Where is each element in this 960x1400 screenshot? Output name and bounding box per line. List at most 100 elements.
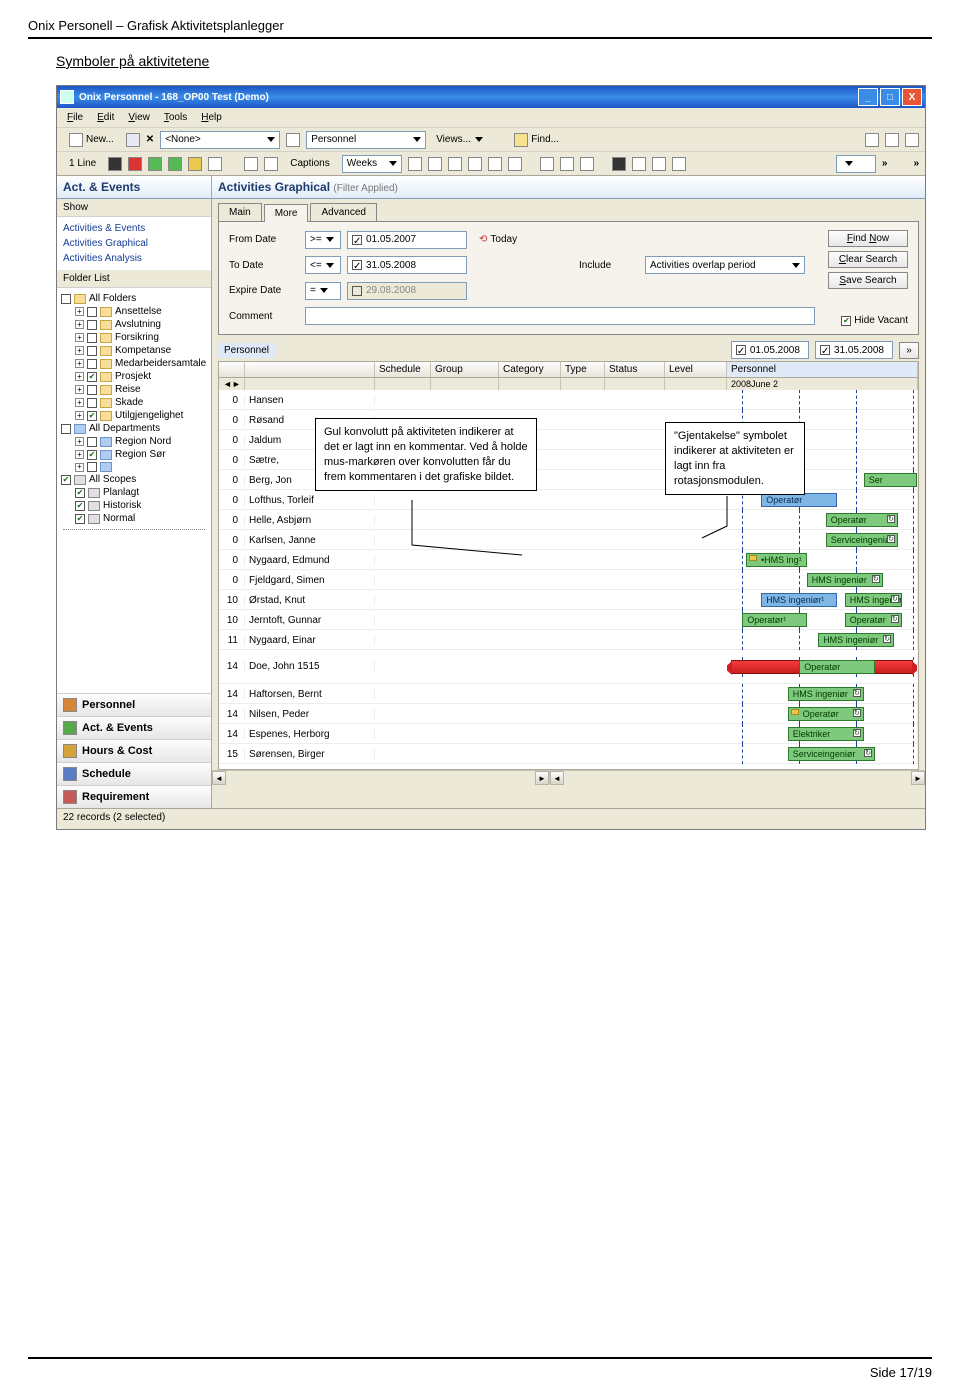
new-button[interactable]: New... [63, 131, 120, 149]
tree-dept-item[interactable]: +✔Region Sør [61, 448, 207, 461]
toolbar-icon-a[interactable] [865, 133, 879, 147]
nav-button-act-events[interactable]: Act. & Events [57, 716, 211, 739]
gantt-bar[interactable]: •HMS ing¹ [746, 553, 807, 567]
gantt-bar[interactable]: Operatør↻ [845, 613, 902, 627]
gantt-row[interactable]: 10Jerntoft, Gunnar Operatør¹Operatør↻ [219, 610, 918, 630]
t2-icon-5[interactable] [188, 157, 202, 171]
t2-icon-18[interactable] [612, 157, 626, 171]
filter-none-dropdown[interactable]: <None> [160, 131, 280, 149]
t2-icon-11[interactable] [448, 157, 462, 171]
save-search-button[interactable]: Save Search [828, 272, 908, 289]
gantt-row[interactable]: 10Ørstad, Knut HMS ingeniør¹HMS ingeniør… [219, 590, 918, 610]
t2-icon-19[interactable] [632, 157, 646, 171]
scroll-left-grid[interactable]: ◄ [212, 771, 226, 785]
gantt-bar[interactable]: Elektriker↻ [788, 727, 864, 741]
tree-scope-item[interactable]: ✔Normal [61, 512, 207, 525]
scroll-right-chart[interactable]: ► [911, 771, 925, 785]
t2-icon-12[interactable] [468, 157, 482, 171]
scroll-right-grid[interactable]: ► [535, 771, 549, 785]
gantt-row[interactable]: 0Nygaard, Edmund •HMS ing¹ [219, 550, 918, 570]
nav-button-schedule[interactable]: Schedule [57, 762, 211, 785]
todate-op-dd[interactable]: <= [305, 256, 341, 274]
nav-button-personnel[interactable]: Personnel [57, 693, 211, 716]
tab-more[interactable]: More [264, 204, 309, 222]
menu-tools[interactable]: Tools [158, 110, 193, 125]
gantt-bar[interactable]: Serviceingeniør↻ [826, 533, 898, 547]
include-dd[interactable]: Activities overlap period [645, 256, 805, 274]
fromdate-op-dd[interactable]: >= [305, 231, 341, 249]
tree-scope-item[interactable]: ✔Historisk [61, 499, 207, 512]
gantt-row[interactable]: 14Nilsen, Peder Operatør↻ [219, 704, 918, 724]
timescale-dropdown[interactable]: Weeks [342, 155, 402, 173]
gantt-row[interactable]: 11Nygaard, Einar HMS ingeniør↻ [219, 630, 918, 650]
tab-advanced[interactable]: Advanced [310, 203, 376, 221]
tree-folder-item[interactable]: +✔Prosjekt [61, 370, 207, 383]
t2-icon-8[interactable] [264, 157, 278, 171]
close-button[interactable]: X [902, 88, 922, 106]
todate-input[interactable]: ✓31.05.2008 [347, 256, 467, 274]
gantt-row[interactable]: 15Sørensen, Birger Serviceingeniør↻ [219, 744, 918, 764]
gantt-bar[interactable]: HMS ingeniør↻ [807, 573, 883, 587]
t2-icon-10[interactable] [428, 157, 442, 171]
find-now-button[interactable]: Find Now [828, 230, 908, 247]
nav-button-hours-cost[interactable]: Hours & Cost [57, 739, 211, 762]
menu-help[interactable]: Help [195, 110, 228, 125]
tree-folder-item[interactable]: +Ansettelse [61, 305, 207, 318]
tree-folder-item[interactable]: +Avslutning [61, 318, 207, 331]
t2-icon-3[interactable] [148, 157, 162, 171]
menu-view[interactable]: View [122, 110, 156, 125]
t2-icon-17[interactable] [580, 157, 594, 171]
print-icon[interactable] [126, 133, 140, 147]
gantt-row[interactable]: 0Fjeldgard, Simen HMS ingeniør↻ [219, 570, 918, 590]
line-button[interactable]: 1 Line [63, 156, 102, 171]
gantt-bar[interactable]: HMS ingeniør¹ [761, 593, 837, 607]
gantt-bar[interactable]: Ser [864, 473, 917, 487]
today-button[interactable]: ⟲ Today [473, 232, 573, 247]
gantt-bar[interactable]: HMS ingeniør↻ [845, 593, 902, 607]
t2-icon-15[interactable] [540, 157, 554, 171]
gantt-bar[interactable]: HMS ingeniør↻ [818, 633, 894, 647]
gantt-row[interactable]: 14Espenes, Herborg Elektriker↻ [219, 724, 918, 744]
menu-file[interactable]: File [61, 110, 89, 125]
range-date2[interactable]: ✓31.05.2008 [815, 341, 893, 359]
t2-icon-14[interactable] [508, 157, 522, 171]
nav-button-requirement[interactable]: Requirement [57, 785, 211, 808]
find-button[interactable]: Find... [508, 131, 565, 149]
t2-more-icon-2[interactable]: » [913, 158, 919, 169]
t2-icon-21[interactable] [672, 157, 686, 171]
gantt-row[interactable]: 14Haftorsen, Bernt HMS ingeniør↻ [219, 684, 918, 704]
t2-icon-6[interactable] [208, 157, 222, 171]
t2-icon-7[interactable] [244, 157, 258, 171]
toolbar-icon-b[interactable] [885, 133, 899, 147]
tree-folder-item[interactable]: +Reise [61, 383, 207, 396]
tree-folder-item[interactable]: +Skade [61, 396, 207, 409]
gantt-bar[interactable]: Operatør [799, 660, 875, 674]
range-date1[interactable]: ✓01.05.2008 [731, 341, 809, 359]
tab-main[interactable]: Main [218, 203, 262, 221]
nav-arrows[interactable]: ◄► [219, 378, 245, 390]
clear-search-button[interactable]: Clear Search [828, 251, 908, 268]
maximize-button[interactable]: □ [880, 88, 900, 106]
t2-icon-16[interactable] [560, 157, 574, 171]
toolbar-icon-c[interactable] [905, 133, 919, 147]
tree-scope-item[interactable]: ✔Planlagt [61, 486, 207, 499]
minimize-button[interactable]: _ [858, 88, 878, 106]
t2-tail-dd[interactable] [836, 155, 876, 173]
views-dropdown[interactable]: Views... [432, 131, 502, 149]
gantt-bar[interactable]: Operatør↻ [788, 707, 864, 721]
sb-link-activities-graphical[interactable]: Activities Graphical [63, 236, 205, 251]
t2-icon-13[interactable] [488, 157, 502, 171]
gantt-row[interactable]: 14Doe, John 1515 (None)Operatør [219, 650, 918, 684]
scroll-left-chart[interactable]: ◄ [550, 771, 564, 785]
gantt-row[interactable]: 0Lofthus, Torleif Operatør [219, 490, 918, 510]
expire-input[interactable]: 29.08.2008 [347, 282, 467, 300]
tree-folder-item[interactable]: +✔Utilgjengelighet [61, 409, 207, 422]
gantt-bar[interactable]: Serviceingeniør↻ [788, 747, 875, 761]
tree-folder-item[interactable]: +Forsikring [61, 331, 207, 344]
t2-icon-9[interactable] [408, 157, 422, 171]
gantt-row[interactable]: 0Hansen [219, 390, 918, 410]
tree-folder-item[interactable]: +Medarbeidersamtale [61, 357, 207, 370]
gantt-bar[interactable]: HMS ingeniør↻ [788, 687, 864, 701]
gantt-bar[interactable]: Operatør¹ [742, 613, 807, 627]
range-go-button[interactable]: » [899, 342, 919, 359]
